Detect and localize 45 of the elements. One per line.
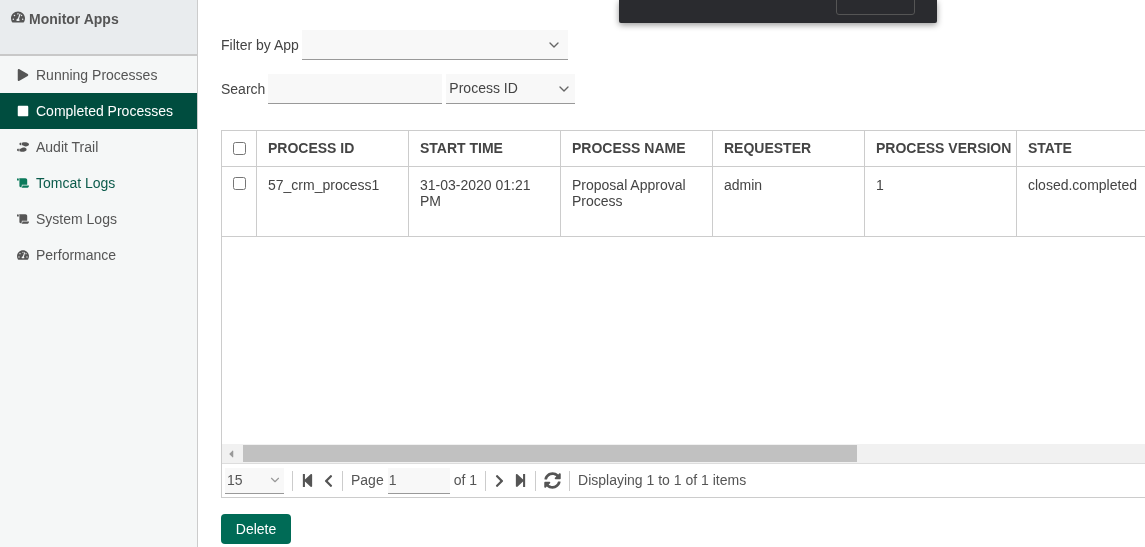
sidebar-item[interactable]: Running Processes <box>0 57 197 93</box>
app-dropdown[interactable] <box>301 30 568 60</box>
column-header: REQUESTER <box>724 139 812 158</box>
column-header: STATE <box>1028 139 1072 158</box>
row-checkbox[interactable] <box>232 177 246 190</box>
page-size-dropdown[interactable]: 15 <box>225 467 284 494</box>
scrollbar-thumb[interactable] <box>243 445 857 462</box>
delete-button[interactable]: Delete <box>221 514 291 544</box>
sidebar-title: Monitor Apps <box>29 10 119 29</box>
refresh-icon[interactable] <box>544 472 562 489</box>
table-cell: 57_crm_process1 <box>268 177 380 193</box>
search-field[interactable] <box>268 74 443 104</box>
previous-page-icon[interactable] <box>323 473 334 488</box>
page-number-field[interactable]: 1 <box>387 467 450 494</box>
sidebar-item[interactable]: System Logs <box>0 201 197 237</box>
gauge-icon <box>11 10 25 24</box>
paging-info: Displaying 1 to 1 of 1 items <box>578 471 747 490</box>
filter-label: Filter by App <box>221 35 299 55</box>
sidebar-item[interactable]: Completed Processes <box>0 93 197 129</box>
sidebar-item[interactable]: Performance <box>0 237 197 273</box>
scroll-icon <box>17 213 29 225</box>
column-header: PROCESS NAME <box>572 139 686 158</box>
column-header: PROCESS VERSION <box>876 139 1012 158</box>
table-cell: Proposal Approval Process <box>572 177 686 209</box>
scroll-icon <box>17 177 29 189</box>
select-all-checkbox[interactable] <box>232 142 246 155</box>
table-cell: admin <box>724 177 763 193</box>
gauge-icon <box>17 249 29 261</box>
footprints-icon <box>17 141 29 153</box>
sidebar-item[interactable]: Tomcat Logs <box>0 165 197 201</box>
sidebar-item[interactable]: Audit Trail <box>0 129 197 165</box>
table-cell: 31-03-2020 01:21 PM <box>420 177 531 209</box>
last-page-icon[interactable] <box>514 473 528 488</box>
horizontal-scrollbar[interactable] <box>222 444 1145 463</box>
page-count: of 1 <box>453 471 478 490</box>
play-icon <box>17 69 29 81</box>
first-page-icon[interactable] <box>301 473 314 488</box>
next-page-icon[interactable] <box>494 473 506 488</box>
column-header: START TIME <box>420 139 503 158</box>
table-cell: closed.completed <box>1028 177 1137 193</box>
column-header: PROCESS ID <box>268 139 355 158</box>
search-label: Search <box>221 79 266 99</box>
search-field-dropdown[interactable]: Process ID <box>446 74 576 104</box>
table-cell: 1 <box>876 177 884 193</box>
page-label: Page <box>351 471 384 490</box>
